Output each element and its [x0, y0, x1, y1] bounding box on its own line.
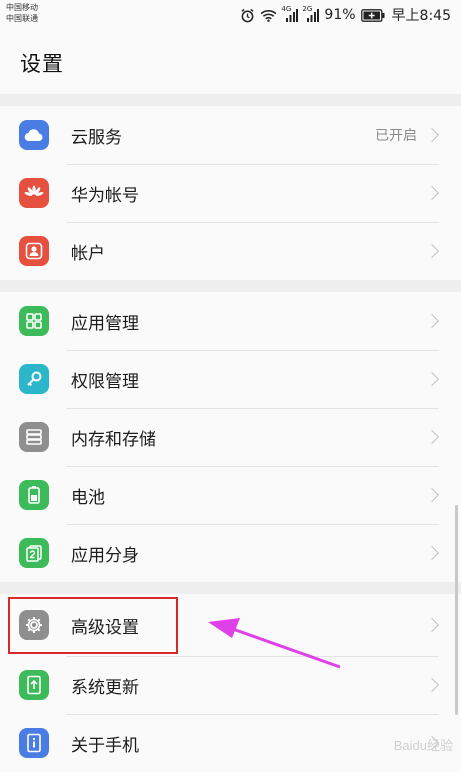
- system-update-icon: [19, 670, 49, 700]
- settings-item-label: 帐户: [71, 243, 105, 264]
- scrollbar[interactable]: [455, 505, 458, 715]
- network-type-1: 4G: [281, 4, 292, 13]
- carrier-2: 中国联通: [6, 14, 38, 23]
- chevron-right-icon: [424, 487, 440, 503]
- alarm-icon: [240, 8, 255, 23]
- status-bar: 中国移动 中国联通 4G 2G 91% 早上8:45: [0, 0, 461, 30]
- settings-item-accounts[interactable]: 帐户: [0, 222, 461, 280]
- account-icon: [19, 236, 49, 266]
- carrier-1: 中国移动: [6, 3, 38, 12]
- settings-item-label: 关于手机: [71, 735, 139, 756]
- clock: 早上8:45: [391, 8, 451, 24]
- highlight-annotation: [8, 597, 178, 654]
- battery-icon: [360, 8, 385, 22]
- app-twin-icon: [19, 538, 49, 568]
- settings-item-label: 内存和存储: [71, 429, 156, 450]
- huawei-logo-icon: [19, 178, 49, 208]
- settings-item-app-management[interactable]: 应用管理: [0, 292, 461, 350]
- section-divider: [0, 582, 461, 594]
- settings-item-label: 应用分身: [71, 545, 139, 566]
- app-header: 设置: [0, 30, 461, 94]
- chevron-right-icon: [424, 677, 440, 693]
- chevron-right-icon: [424, 127, 440, 143]
- cloud-status: 已开启: [375, 128, 417, 144]
- signal-1-icon: 4G: [281, 5, 299, 22]
- settings-item-label: 电池: [71, 487, 105, 508]
- section-divider: [0, 94, 461, 106]
- key-icon: [19, 364, 49, 394]
- settings-group-account: 云服务 已开启 华为帐号 帐户: [0, 106, 461, 280]
- battery-percent: 91%: [324, 7, 356, 23]
- settings-item-label: 系统更新: [71, 677, 139, 698]
- arrow-annotation-icon: [208, 618, 341, 669]
- battery-icon: [19, 480, 49, 510]
- settings-item-app-twin[interactable]: 应用分身: [0, 524, 461, 582]
- settings-item-label: 华为帐号: [71, 185, 139, 206]
- chevron-right-icon: [424, 617, 440, 633]
- settings-item-about-phone[interactable]: 关于手机: [0, 714, 461, 772]
- settings-item-permissions[interactable]: 权限管理: [0, 350, 461, 408]
- status-icons: 4G 2G 91% 早上8:45: [240, 5, 451, 25]
- storage-icon: [19, 422, 49, 452]
- chevron-right-icon: [424, 371, 440, 387]
- page-title: 设置: [20, 52, 64, 76]
- cloud-icon: [19, 120, 49, 150]
- settings-item-label: 权限管理: [71, 371, 139, 392]
- about-phone-icon: [19, 728, 49, 758]
- settings-item-huawei-account[interactable]: 华为帐号: [0, 164, 461, 222]
- settings-group-apps: 应用管理 权限管理 内存和存储 电池 应用分身: [0, 292, 461, 582]
- network-type-2: 2G: [302, 4, 313, 13]
- settings-item-battery[interactable]: 电池: [0, 466, 461, 524]
- settings-item-cloud[interactable]: 云服务 已开启: [0, 106, 461, 164]
- chevron-right-icon: [424, 429, 440, 445]
- chevron-right-icon: [424, 185, 440, 201]
- settings-item-label: 云服务: [71, 127, 122, 148]
- settings-item-label: 应用管理: [71, 313, 139, 334]
- wifi-icon: [260, 9, 277, 22]
- chevron-right-icon: [424, 313, 440, 329]
- chevron-right-icon: [424, 545, 440, 561]
- settings-item-storage[interactable]: 内存和存储: [0, 408, 461, 466]
- apps-grid-icon: [19, 306, 49, 336]
- signal-2-icon: 2G: [302, 5, 320, 22]
- section-divider: [0, 280, 461, 292]
- watermark: Baidu经验: [393, 738, 453, 753]
- carrier-info: 中国移动 中国联通: [6, 2, 38, 24]
- chevron-right-icon: [424, 243, 440, 259]
